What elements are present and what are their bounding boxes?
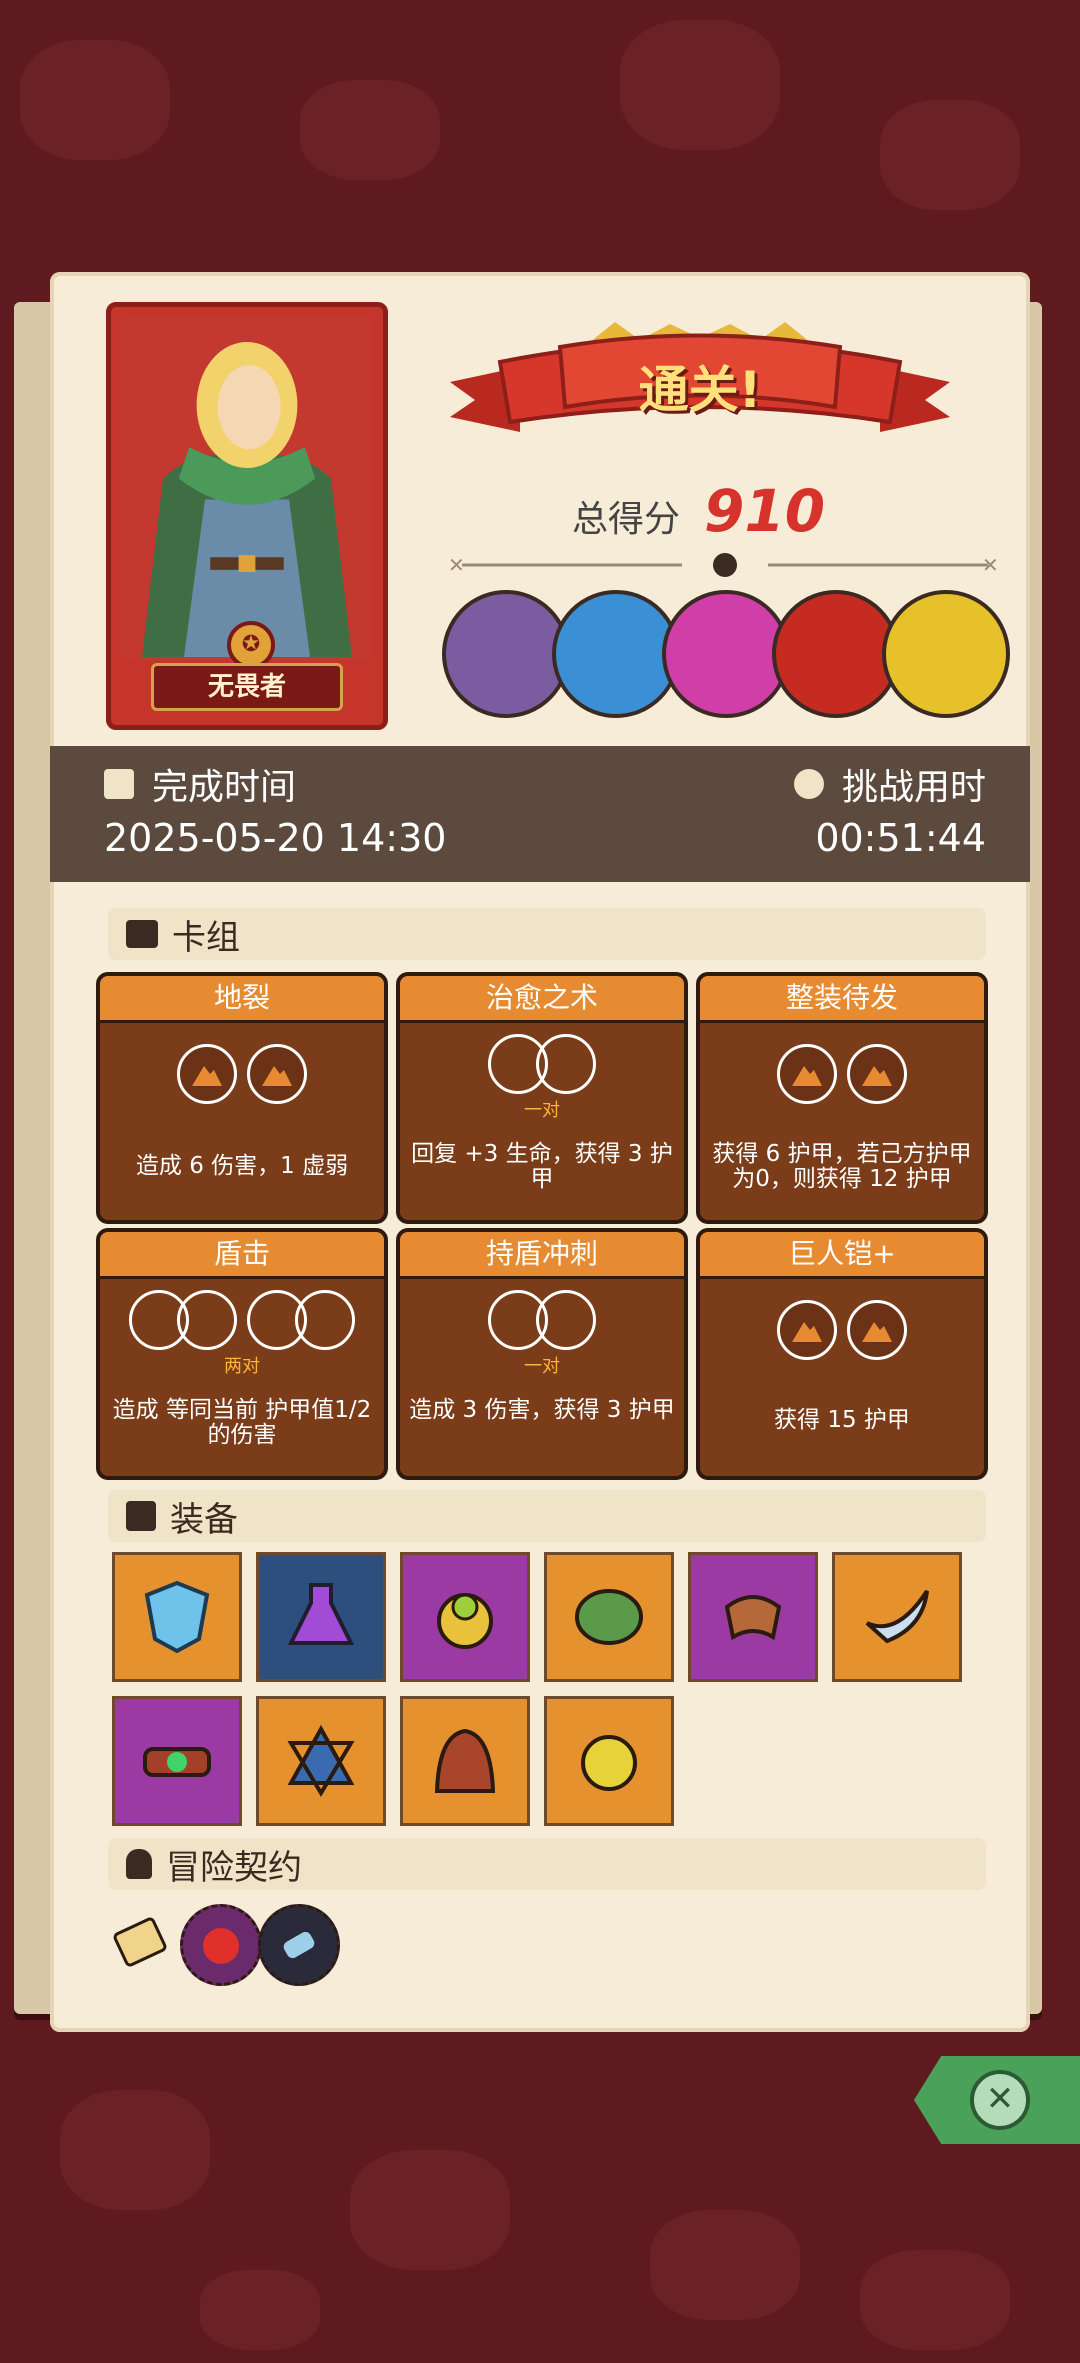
pair-label: 一对 [524,1100,560,1121]
duration-label-row: 挑战用时 [793,758,986,810]
contracts-section-label: 冒险契约 [166,1847,302,1888]
hero-medal-icon: ✪ [227,621,275,669]
calendar-icon [104,769,134,799]
equipment-section-label: 装备 [170,1499,238,1540]
horn-icon[interactable] [832,1552,962,1682]
card-shield-bash[interactable]: 盾击 两对 造成 等同当前 护甲值1/2 的伤害 [96,1228,388,1480]
close-button[interactable]: ✕ [914,2056,1080,2144]
card-earth-split[interactable]: 地裂 造成 6 伤害，1 虚弱 [96,972,388,1224]
card-desc: 造成 6 伤害，1 虚弱 [135,1153,349,1179]
pair-label: 一对 [524,1356,560,1377]
card-title: 巨人铠+ [700,1232,984,1279]
pair-slot-icon [177,1290,237,1350]
leather-bracer-icon[interactable] [688,1552,818,1682]
close-icon: ✕ [970,2070,1030,2130]
mountain-die-icon [247,1044,307,1104]
stopwatch-icon [793,769,824,799]
gold-ring-icon[interactable] [400,1552,530,1682]
contracts-section-header: 冒险契约 [108,1838,986,1890]
scroll-icon[interactable] [102,1904,178,1980]
deck-section-label: 卡组 [172,917,240,958]
red-demon-icon[interactable] [180,1904,262,1986]
card-dice-slots [100,1044,384,1104]
rainbow-beast-boss-icon[interactable] [882,590,1010,718]
card-title: 盾击 [100,1232,384,1279]
hood-icon[interactable] [400,1696,530,1826]
crystal-bandage-icon[interactable] [258,1904,340,1986]
shadow-demon-boss-icon[interactable] [662,590,790,718]
finish-time-label: 完成时间 [152,767,297,808]
turtle-shell-icon[interactable] [544,1552,674,1682]
deck-section-header: 卡组 [108,908,986,960]
purple-potion-icon[interactable] [256,1552,386,1682]
card-shield-charge[interactable]: 持盾冲刺 一对 造成 3 伤害，获得 3 护甲 [396,1228,688,1480]
hero-portrait[interactable]: ✪ 无畏者 [106,302,388,730]
finish-time-value: 2025-05-20 14:30 [104,816,447,860]
star-amulet-icon[interactable] [256,1696,386,1826]
duration-value: 00:51:44 [815,816,986,860]
person-icon [126,1849,152,1879]
score-value: 910 [704,477,826,545]
equipment-section-header: 装备 [108,1490,986,1542]
card-dice-slots [700,1044,984,1104]
card-giant-armor[interactable]: 巨人铠+ 获得 15 护甲 [696,1228,988,1480]
card-desc: 造成 3 伤害，获得 3 护甲 [409,1397,675,1423]
total-score: 总得分 910 [572,477,825,545]
mountain-die-icon [847,1044,907,1104]
card-dice-slots [700,1300,984,1360]
duration-label: 挑战用时 [841,767,986,808]
card-title: 地裂 [100,976,384,1023]
card-desc: 获得 6 护甲，若己方护甲为0，则获得 12 护甲 [712,1141,972,1192]
score-label: 总得分 [572,499,681,540]
box-icon [126,1501,156,1531]
result-panel: ✪ 无畏者 通关! 总得分 910 ✕ ✕ 完成时间 2025-05-20 14… [50,272,1030,2032]
rune-seal-icon[interactable] [544,1696,674,1826]
mountain-die-icon [777,1044,837,1104]
card-ready[interactable]: 整装待发 获得 6 护甲，若己方护甲为0，则获得 12 护甲 [696,972,988,1224]
contracts-list [102,1904,362,1986]
crowned-spirit-boss-icon[interactable] [552,590,680,718]
pair-label: 两对 [224,1356,260,1377]
blue-shield-icon[interactable] [112,1552,242,1682]
hero-name: 无畏者 [151,663,343,711]
card-pair-slot [400,1290,684,1350]
card-pair-slots [100,1290,384,1350]
gem-belt-icon[interactable] [112,1696,242,1826]
pair-slot-icon [536,1034,596,1094]
card-pair-slot [400,1034,684,1094]
defeated-bosses [442,590,1010,718]
hero-art [121,317,373,661]
finish-time-label-row: 完成时间 [104,758,296,810]
card-desc: 造成 等同当前 护甲值1/2 的伤害 [112,1397,372,1448]
clear-banner: 通关! [450,322,950,452]
card-desc: 回复 +3 生命，获得 3 护甲 [411,1141,673,1192]
card-title: 整装待发 [700,976,984,1023]
mountain-die-icon [847,1300,907,1360]
boss-divider: ✕ ✕ [442,552,1008,578]
card-healing-art[interactable]: 治愈之术 一对 回复 +3 生命，获得 3 护甲 [396,972,688,1224]
card-desc: 获得 15 护甲 [774,1407,910,1433]
mountain-die-icon [177,1044,237,1104]
banner-title: 通关! [638,361,762,419]
svg-text:✕: ✕ [448,553,465,577]
pair-slot-icon [295,1290,355,1350]
mountain-die-icon [777,1300,837,1360]
red-hat-lord-boss-icon[interactable] [772,590,900,718]
svg-text:✕: ✕ [982,553,999,577]
time-bar: 完成时间 2025-05-20 14:30 挑战用时 00:51:44 [50,746,1030,882]
stone-golem-boss-icon[interactable] [442,590,570,718]
cards-icon [126,920,158,948]
card-title: 治愈之术 [400,976,684,1023]
pair-slot-icon [536,1290,596,1350]
card-title: 持盾冲刺 [400,1232,684,1279]
